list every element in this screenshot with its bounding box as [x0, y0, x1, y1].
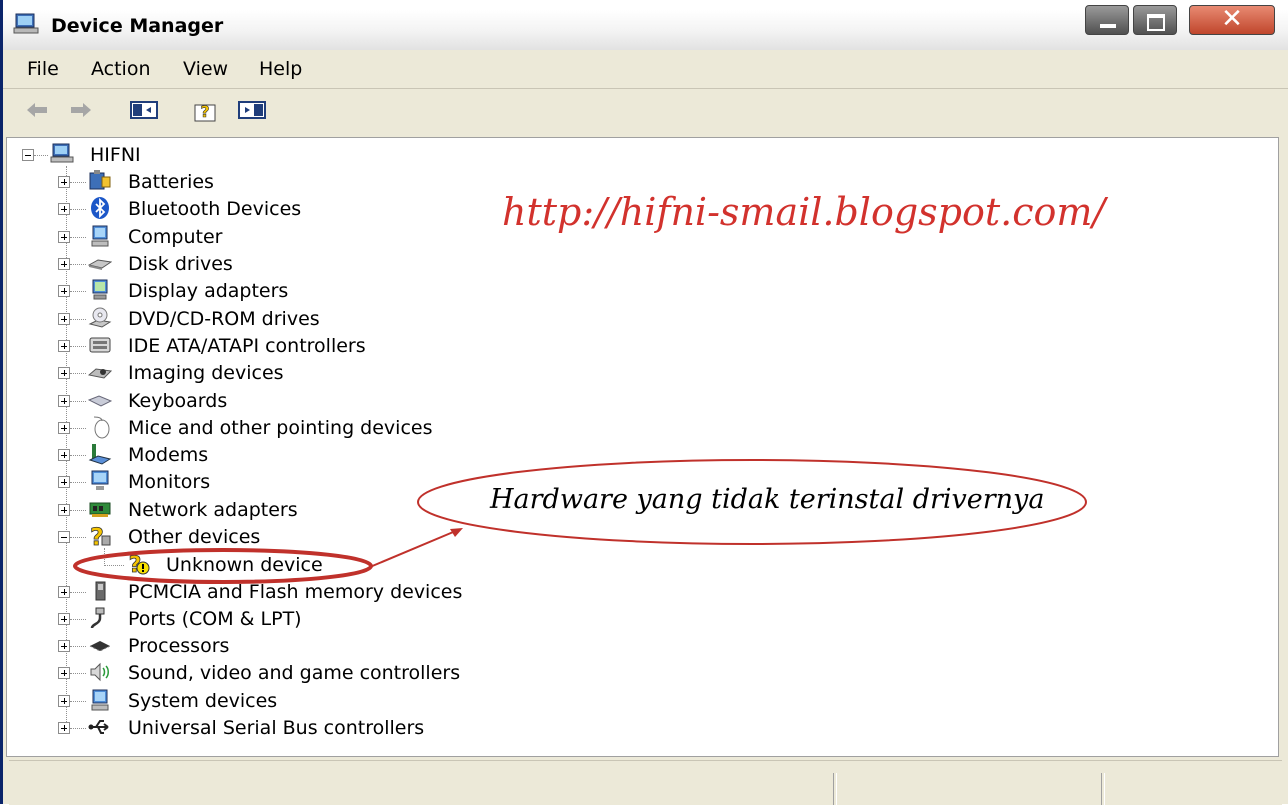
highlight-ellipse	[73, 548, 373, 584]
annotation-note: Hardware yang tidak terinstal drivernya	[490, 484, 1045, 515]
annotation-arrow	[369, 529, 459, 568]
annotation-overlay	[73, 459, 1087, 584]
blog-url-watermark: http://hifni-smail.blogspot.com/	[502, 190, 1106, 234]
